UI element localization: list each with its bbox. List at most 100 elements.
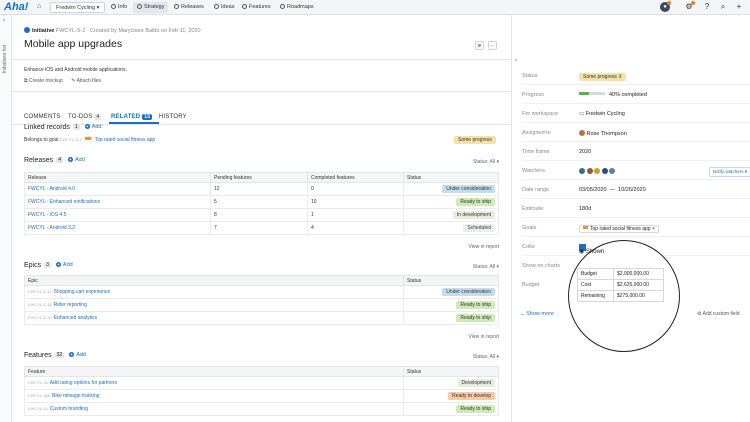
date-range-value[interactable]: 03/05/2020 — 10/26/2020 — [579, 187, 646, 193]
notify-watchers-button[interactable]: Notify watchers ▾ — [708, 167, 750, 177]
progress-value[interactable]: 40% completed — [579, 92, 647, 98]
more-actions-button[interactable]: ⋯ — [488, 41, 497, 50]
watchers-avatars[interactable] — [579, 168, 616, 176]
timeframe-value[interactable]: 2020 — [579, 149, 591, 155]
column-header[interactable]: Release — [24, 172, 211, 183]
field-goals: Goals Top rated social fitness app × — [522, 221, 750, 237]
record-meta: Created by Maryclaire Baldo on Feb 11, 2… — [90, 28, 201, 34]
table-row[interactable]: FWCYL-16 Add rating options for partners … — [24, 376, 499, 390]
add-epic-button[interactable]: + Add — [55, 262, 73, 268]
add-feature-button[interactable]: + Add — [69, 352, 86, 358]
add-custom-field-button[interactable]: ⚙ Add custom field — [697, 311, 740, 317]
search-icon[interactable]: ⌕ — [718, 2, 728, 12]
record-ref: FWCYL-E-11 — [28, 289, 52, 294]
epic-link[interactable]: Enhanced analytics — [54, 315, 97, 321]
nav-tab-features[interactable]: Features — [238, 2, 275, 13]
column-header[interactable]: Pending features — [210, 172, 308, 183]
avatar — [601, 168, 608, 174]
workspace-value[interactable]: ▭ Fredwin Cycling — [579, 111, 625, 117]
goal-link[interactable]: Top rated social fitness app — [95, 137, 156, 143]
show-on-charts-value[interactable]: ◉ Shown — [579, 248, 604, 255]
column-header[interactable]: Completed features — [307, 172, 404, 183]
status-select[interactable]: Some progress ⇕ — [579, 73, 627, 81]
create-mockup-link[interactable]: ⧉ Create mockup — [24, 78, 63, 84]
tab-related[interactable]: RELATED 15 — [111, 114, 153, 120]
nav-tab-roadmaps[interactable]: Roadmaps — [276, 2, 318, 13]
record-ref: FWCYL-16 — [28, 380, 48, 385]
release-link[interactable]: FWCYL - Android 4.0 — [24, 182, 211, 196]
record-description[interactable]: Enhance iOS and Android mobile applicati… — [24, 67, 127, 73]
expand-chevron-icon[interactable]: › — [3, 18, 5, 24]
column-header[interactable]: Status — [403, 366, 499, 377]
plus-icon: + — [69, 352, 75, 357]
tab-history[interactable]: HISTORY — [159, 114, 187, 120]
budget-row: Cost $2,625,000.00 — [577, 279, 664, 291]
share-button[interactable]: ⊕ — [475, 41, 484, 50]
help-icon[interactable]: ? — [702, 2, 712, 12]
table-row[interactable]: FWCYL-E-10 Enhanced analytics Ready to sh… — [24, 311, 499, 325]
add-release-button[interactable]: + Add — [67, 157, 85, 163]
grid-icon — [242, 4, 247, 9]
pending-count: 7 — [210, 221, 308, 235]
goals-value[interactable]: Top rated social fitness app × — [579, 225, 659, 233]
nav-tab-ideas[interactable]: Ideas — [210, 2, 238, 13]
notification-dot — [667, 1, 671, 5]
epic-link[interactable]: Rider reporting — [54, 302, 87, 308]
release-link[interactable]: FWCYL - Enhanced notifications — [24, 195, 211, 209]
initiatives-list-rail[interactable]: › Initiatives list — [0, 15, 12, 422]
initiatives-list-label: Initiatives list — [2, 45, 8, 74]
table-row[interactable]: FWCYL-15 Custom branding Ready to ship — [24, 402, 499, 416]
release-link[interactable]: FWCYL - iOS 4.5 — [24, 208, 211, 222]
features-status-filter[interactable]: Status: All ▾ — [473, 354, 499, 360]
epic-link[interactable]: Shopping cart experience — [53, 289, 110, 295]
initiative-icon — [24, 27, 30, 33]
field-workspace: For workspace ▭ Fredwin Cycling — [522, 107, 750, 123]
column-header[interactable]: Epic — [24, 275, 404, 286]
epics-status-filter[interactable]: Status: All ▾ — [473, 264, 499, 270]
home-icon[interactable]: ⌂ — [37, 3, 41, 10]
nav-tab-info[interactable]: Info — [107, 2, 131, 13]
release-link[interactable]: FWCYL - Android 3.2 — [24, 221, 211, 235]
avatar — [579, 130, 585, 136]
table-row[interactable]: FWCYL-E-11 Shopping cart experience Under… — [24, 285, 499, 299]
feature-link[interactable]: Custom branding — [50, 406, 88, 412]
assigned-value[interactable]: Rose Thompson — [579, 130, 627, 137]
view-in-report-link[interactable]: View in report — [469, 244, 499, 250]
collapse-chevron-icon[interactable]: › — [515, 58, 517, 64]
tab-comments[interactable]: COMMENTS — [24, 114, 61, 120]
status-badge: In development — [452, 211, 495, 219]
attach-files-link[interactable]: ✎ Attach files — [71, 78, 101, 84]
budget-row: Remaining $275,000.00 — [577, 290, 664, 302]
table-row[interactable]: FWCYL-368 Bike mileage tracking Ready to … — [24, 389, 499, 403]
goal-chip[interactable]: Top rated social fitness app × — [579, 225, 659, 233]
workspace-dropdown[interactable]: Fredwin Cycling ▾ — [50, 2, 106, 13]
nav-tab-releases[interactable]: Releases — [170, 2, 208, 13]
view-in-report-link[interactable]: View in report — [469, 334, 499, 340]
column-header[interactable]: Status — [403, 172, 499, 183]
aha-logo[interactable]: Aha! — [4, 1, 28, 13]
completed-count: 1 — [307, 208, 404, 222]
table-row[interactable]: FWCYL - Android 3.2 7 4 Scheduled — [24, 221, 499, 235]
top-navigation: Aha! ⌂ Fredwin Cycling ▾ Info Strategy R… — [0, 0, 750, 15]
budget-value[interactable]: $2,900,000.00 — [613, 268, 664, 280]
feature-link[interactable]: Add rating options for partners — [50, 380, 117, 386]
column-header[interactable]: Feature — [24, 366, 404, 377]
cost-value[interactable]: $2,625,000.00 — [613, 279, 664, 291]
feature-link[interactable]: Bike mileage tracking — [52, 393, 100, 399]
table-row[interactable]: FWCYL - iOS 4.5 8 1 In development — [24, 208, 499, 222]
page-title[interactable]: Mobile app upgrades — [24, 38, 122, 50]
estimate-value[interactable]: 180d — [579, 206, 591, 212]
nav-tab-strategy[interactable]: Strategy — [133, 2, 169, 13]
table-row[interactable]: FWCYL - Android 4.0 12 0 Under considera… — [24, 182, 499, 196]
releases-status-filter[interactable]: Status: All ▾ — [473, 159, 499, 165]
table-row[interactable]: FWCYL - Enhanced notifications 5 10 Read… — [24, 195, 499, 209]
show-more-link[interactable]: ⌄ Show more — [520, 311, 554, 317]
table-row[interactable]: FWCYL-E-15 Rider reporting Ready to ship — [24, 298, 499, 312]
record-ref: FWCYL-15 — [28, 406, 48, 411]
tab-todos[interactable]: TO-DOS 4 — [68, 114, 102, 120]
add-icon[interactable]: + — [734, 2, 744, 12]
add-linked-record-button[interactable]: + Add — [84, 124, 102, 130]
pending-count: 5 — [210, 195, 308, 209]
column-header[interactable]: Status — [403, 275, 499, 286]
plus-icon: + — [55, 262, 61, 267]
